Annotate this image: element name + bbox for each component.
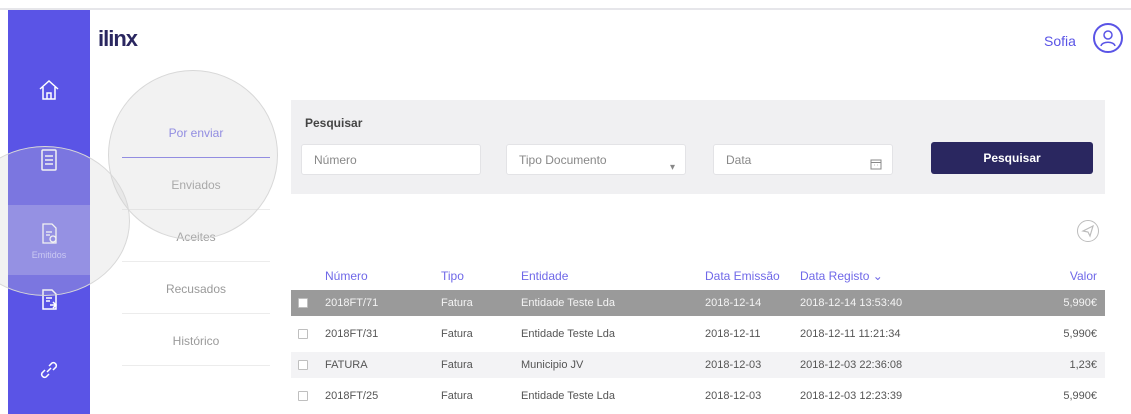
column-data-emissao[interactable]: Data Emissão: [705, 269, 780, 283]
cell-data-registo: 2018-12-03 22:36:08: [800, 359, 903, 371]
search-title: Pesquisar: [305, 116, 363, 130]
cell-data-registo: 2018-12-14 13:53:40: [800, 297, 903, 309]
chevron-down-icon: ▾: [669, 162, 675, 173]
column-data-registo-label: Data Registo: [800, 269, 870, 283]
cell-valor: 1,23€: [1069, 359, 1097, 371]
table-header: Número Tipo Entidade Data Emissão Data R…: [291, 262, 1105, 290]
sidebar: Emitidos: [8, 10, 90, 414]
received-document-icon: [42, 289, 58, 310]
table-row[interactable]: 2018FT/25 Fatura Entidade Teste Lda 2018…: [291, 383, 1105, 409]
cell-tipo: Fatura: [441, 359, 473, 371]
sidebar-item-documents[interactable]: [8, 140, 90, 180]
cell-entidade: Municipio JV: [521, 359, 584, 371]
data-input[interactable]: Data: [713, 144, 893, 175]
sidebar-item-received[interactable]: [8, 280, 90, 320]
sidebar-item-emitidos[interactable]: Emitidos: [8, 205, 90, 275]
cell-data-emissao: 2018-12-03: [705, 390, 762, 402]
cell-tipo: Fatura: [441, 297, 473, 309]
cell-entidade: Entidade Teste Lda: [521, 297, 615, 309]
submenu-item-enviados[interactable]: Enviados: [122, 160, 270, 210]
row-checkbox[interactable]: [298, 298, 308, 308]
cell-valor: 5,990€: [1063, 328, 1097, 340]
row-checkbox[interactable]: [298, 360, 308, 370]
sidebar-item-home[interactable]: [8, 70, 90, 110]
submenu-item-historico[interactable]: Histórico: [122, 316, 270, 366]
cell-valor: 5,990€: [1063, 297, 1097, 309]
submenu-item-aceites[interactable]: Aceites: [122, 212, 270, 262]
cell-numero: FATURA: [325, 359, 368, 371]
search-button[interactable]: Pesquisar: [931, 142, 1093, 174]
cell-data-registo: 2018-12-03 12:23:39: [800, 390, 903, 402]
cell-tipo: Fatura: [441, 390, 473, 402]
column-data-registo[interactable]: Data Registo ⌄: [800, 269, 883, 283]
submenu-item-por-enviar[interactable]: Por enviar: [122, 108, 270, 158]
sort-chevron-down-icon: ⌄: [869, 269, 883, 283]
tipo-documento-value: Tipo Documento: [519, 153, 607, 167]
cell-entidade: Entidade Teste Lda: [521, 390, 615, 402]
top-divider: [0, 8, 1131, 10]
document-icon: [41, 149, 57, 171]
tipo-documento-select[interactable]: Tipo Documento ▾: [506, 144, 686, 175]
home-icon: [39, 79, 59, 100]
table-row[interactable]: 2018FT/71 Fatura Entidade Teste Lda 2018…: [291, 290, 1105, 316]
numero-input[interactable]: Número: [301, 144, 481, 175]
cell-data-emissao: 2018-12-03: [705, 359, 762, 371]
app-logo[interactable]: ilinx: [98, 26, 138, 52]
row-checkbox[interactable]: [298, 391, 308, 401]
submenu-item-recusados[interactable]: Recusados: [122, 264, 270, 314]
cell-valor: 5,990€: [1063, 390, 1097, 402]
cell-data-registo: 2018-12-11 11:21:34: [800, 328, 901, 340]
column-numero[interactable]: Número: [325, 269, 368, 283]
cell-tipo: Fatura: [441, 328, 473, 340]
sidebar-item-links[interactable]: [8, 350, 90, 390]
cell-data-emissao: 2018-12-14: [705, 297, 762, 309]
search-panel: Pesquisar Número Tipo Documento ▾ Data P…: [291, 100, 1105, 194]
column-tipo[interactable]: Tipo: [441, 269, 464, 283]
column-valor[interactable]: Valor: [1070, 269, 1097, 283]
send-icon[interactable]: [1077, 220, 1099, 242]
avatar[interactable]: [1093, 23, 1123, 53]
cell-numero: 2018FT/31: [325, 328, 379, 340]
cell-data-emissao: 2018-12-11: [705, 328, 761, 340]
row-checkbox[interactable]: [298, 329, 308, 339]
app-window: Emitidos ilinx Sofia Por enviar Enviados…: [0, 0, 1131, 414]
calendar-icon: [870, 153, 882, 183]
column-entidade[interactable]: Entidade: [521, 269, 568, 283]
sidebar-item-label: Emitidos: [31, 249, 67, 260]
cell-numero: 2018FT/71: [325, 297, 379, 309]
user-name[interactable]: Sofia: [1044, 33, 1076, 49]
cell-numero: 2018FT/25: [325, 390, 379, 402]
data-placeholder: Data: [726, 153, 752, 167]
link-icon: [40, 361, 58, 379]
cell-entidade: Entidade Teste Lda: [521, 328, 615, 340]
user-icon: [1100, 30, 1116, 47]
table-row[interactable]: FATURA Fatura Municipio JV 2018-12-03 20…: [291, 352, 1105, 378]
sent-document-icon: [42, 222, 57, 244]
table-row[interactable]: 2018FT/31 Fatura Entidade Teste Lda 2018…: [291, 321, 1105, 347]
